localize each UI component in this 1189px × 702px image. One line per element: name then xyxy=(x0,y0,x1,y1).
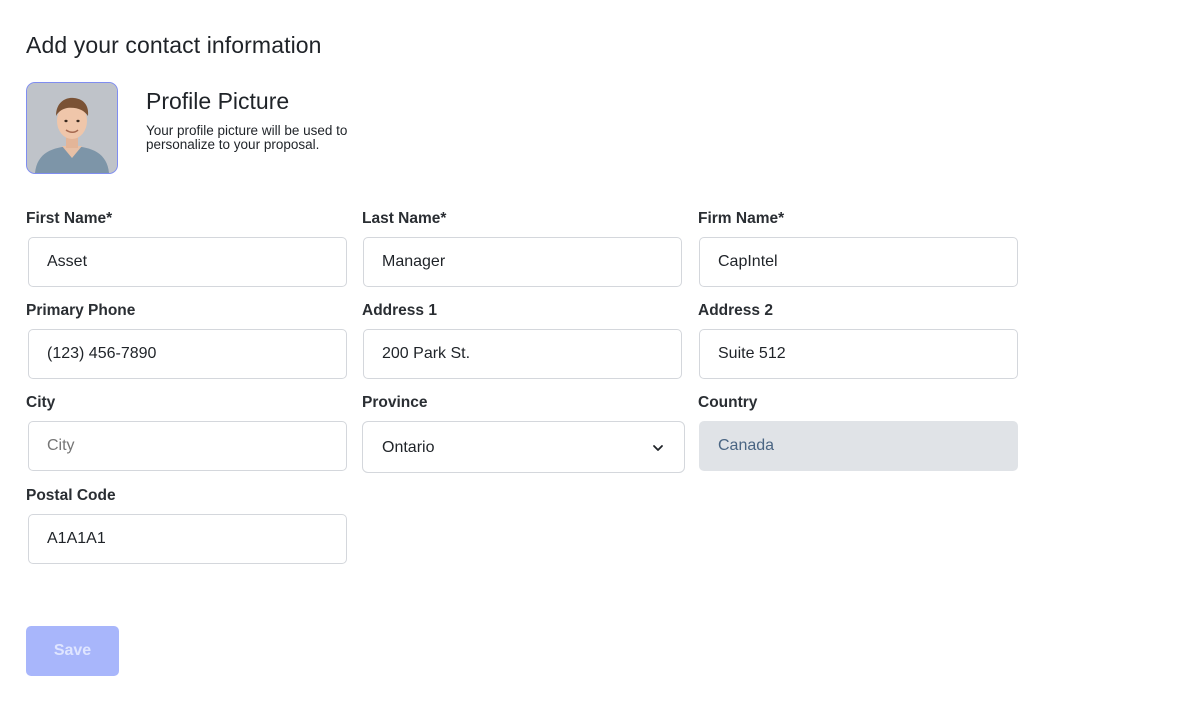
last-name-field[interactable] xyxy=(363,237,682,287)
chevron-down-icon xyxy=(653,445,663,451)
profile-picture-description: Your profile picture will be used to per… xyxy=(146,123,348,152)
person-photo-icon xyxy=(27,83,117,173)
province-select[interactable]: Ontario xyxy=(362,421,685,473)
city-label: City xyxy=(26,394,56,411)
address-1-field[interactable] xyxy=(363,329,682,379)
primary-phone-label: Primary Phone xyxy=(26,302,136,319)
city-field[interactable] xyxy=(28,421,347,471)
firm-name-field[interactable] xyxy=(699,237,1018,287)
province-selected-value: Ontario xyxy=(382,439,435,456)
address-1-label: Address 1 xyxy=(362,302,437,319)
first-name-label: First Name* xyxy=(26,210,113,227)
postal-code-field[interactable] xyxy=(28,514,347,564)
primary-phone-field[interactable] xyxy=(28,329,347,379)
firm-name-label: Firm Name* xyxy=(698,210,785,227)
country-label: Country xyxy=(698,394,758,411)
country-field xyxy=(699,421,1018,471)
address-2-label: Address 2 xyxy=(698,302,773,319)
last-name-label: Last Name* xyxy=(362,210,447,227)
profile-picture-title: Profile Picture xyxy=(146,88,290,114)
save-button[interactable]: Save xyxy=(26,626,119,676)
first-name-field[interactable] xyxy=(28,237,347,287)
address-2-field[interactable] xyxy=(699,329,1018,379)
province-label: Province xyxy=(362,394,428,411)
avatar[interactable] xyxy=(26,82,118,174)
postal-code-label: Postal Code xyxy=(26,487,116,504)
page-title: Add your contact information xyxy=(26,32,322,58)
